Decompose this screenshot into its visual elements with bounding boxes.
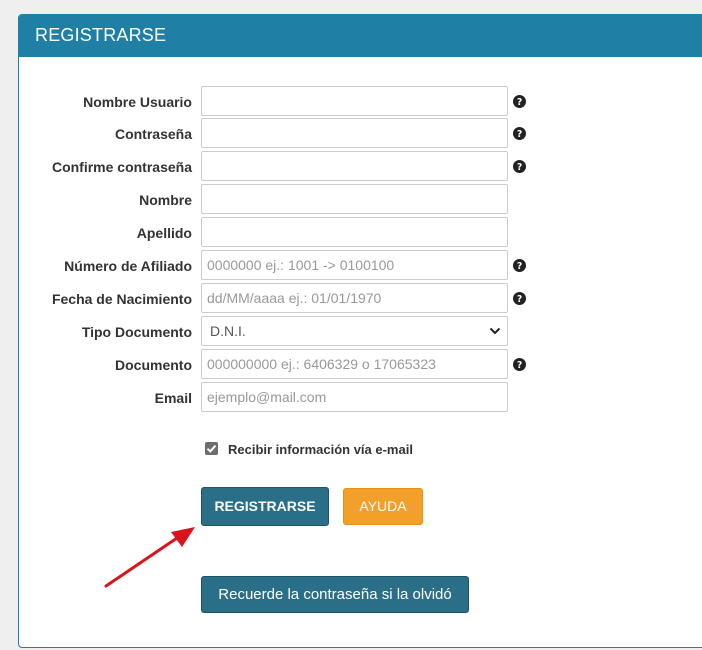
document-type-label: Tipo Documento	[81, 324, 192, 340]
form-row-document-type: Tipo Documento D.N.I.	[0, 316, 702, 348]
document-label: Documento	[115, 357, 192, 373]
birth-date-label: Fecha de Nacimiento	[51, 291, 192, 307]
password-label: Contraseña	[114, 126, 192, 142]
svg-text:?: ?	[517, 360, 522, 371]
form-row-username: Nombre Usuario ?	[0, 86, 702, 118]
svg-text:?: ?	[517, 162, 522, 173]
form-row-affiliate-number: Número de Afiliado ?	[0, 250, 702, 282]
form-row-email: Email	[0, 382, 702, 414]
document-input[interactable]	[201, 349, 508, 379]
annotation-arrow-icon	[104, 527, 195, 588]
newsletter-checkbox-label: Recibir información vía e-mail	[228, 442, 413, 457]
svg-text:?: ?	[517, 294, 522, 305]
affiliate-number-input[interactable]	[201, 250, 508, 280]
register-button[interactable]: REGISTRARSE	[201, 487, 329, 526]
chevron-down-icon	[489, 327, 501, 335]
document-type-selected: D.N.I.	[210, 323, 246, 339]
form-row-last-name: Apellido	[0, 217, 702, 249]
email-label: Email	[154, 390, 192, 406]
svg-text:?: ?	[517, 261, 522, 272]
last-name-input[interactable]	[201, 217, 508, 247]
question-circle-icon[interactable]: ?	[513, 358, 526, 371]
first-name-label: Nombre	[139, 192, 192, 208]
form-row-password: Contraseña ?	[0, 118, 702, 150]
form-row-birth-date: Fecha de Nacimiento ?	[0, 283, 702, 315]
panel-header: REGISTRARSE	[19, 15, 702, 57]
question-circle-icon[interactable]: ?	[513, 292, 526, 305]
affiliate-number-label: Número de Afiliado	[64, 258, 192, 274]
confirm-password-label: Confirme contraseña	[51, 159, 192, 175]
page-title: REGISTRARSE	[35, 25, 167, 45]
question-circle-icon[interactable]: ?	[513, 259, 526, 272]
first-name-input[interactable]	[201, 184, 508, 214]
help-button[interactable]: AYUDA	[343, 488, 423, 525]
username-label: Nombre Usuario	[83, 94, 192, 110]
question-circle-icon[interactable]: ?	[513, 127, 526, 140]
newsletter-checkbox[interactable]	[205, 442, 218, 455]
svg-text:?: ?	[517, 97, 522, 108]
password-input[interactable]	[201, 118, 508, 148]
question-circle-icon[interactable]: ?	[513, 95, 526, 108]
form-row-confirm-password: Confirme contraseña ?	[0, 151, 702, 183]
birth-date-input[interactable]	[201, 283, 508, 313]
svg-text:?: ?	[517, 129, 522, 140]
last-name-label: Apellido	[136, 225, 192, 241]
email-input[interactable]	[201, 382, 508, 412]
username-input[interactable]	[201, 86, 508, 116]
check-icon	[206, 444, 217, 453]
form-row-first-name: Nombre	[0, 184, 702, 216]
recover-password-button[interactable]: Recuerde la contraseña si la olvidó	[201, 576, 469, 613]
document-type-select[interactable]: D.N.I.	[201, 316, 508, 346]
confirm-password-input[interactable]	[201, 151, 508, 181]
question-circle-icon[interactable]: ?	[513, 160, 526, 173]
form-row-document: Documento ?	[0, 349, 702, 381]
